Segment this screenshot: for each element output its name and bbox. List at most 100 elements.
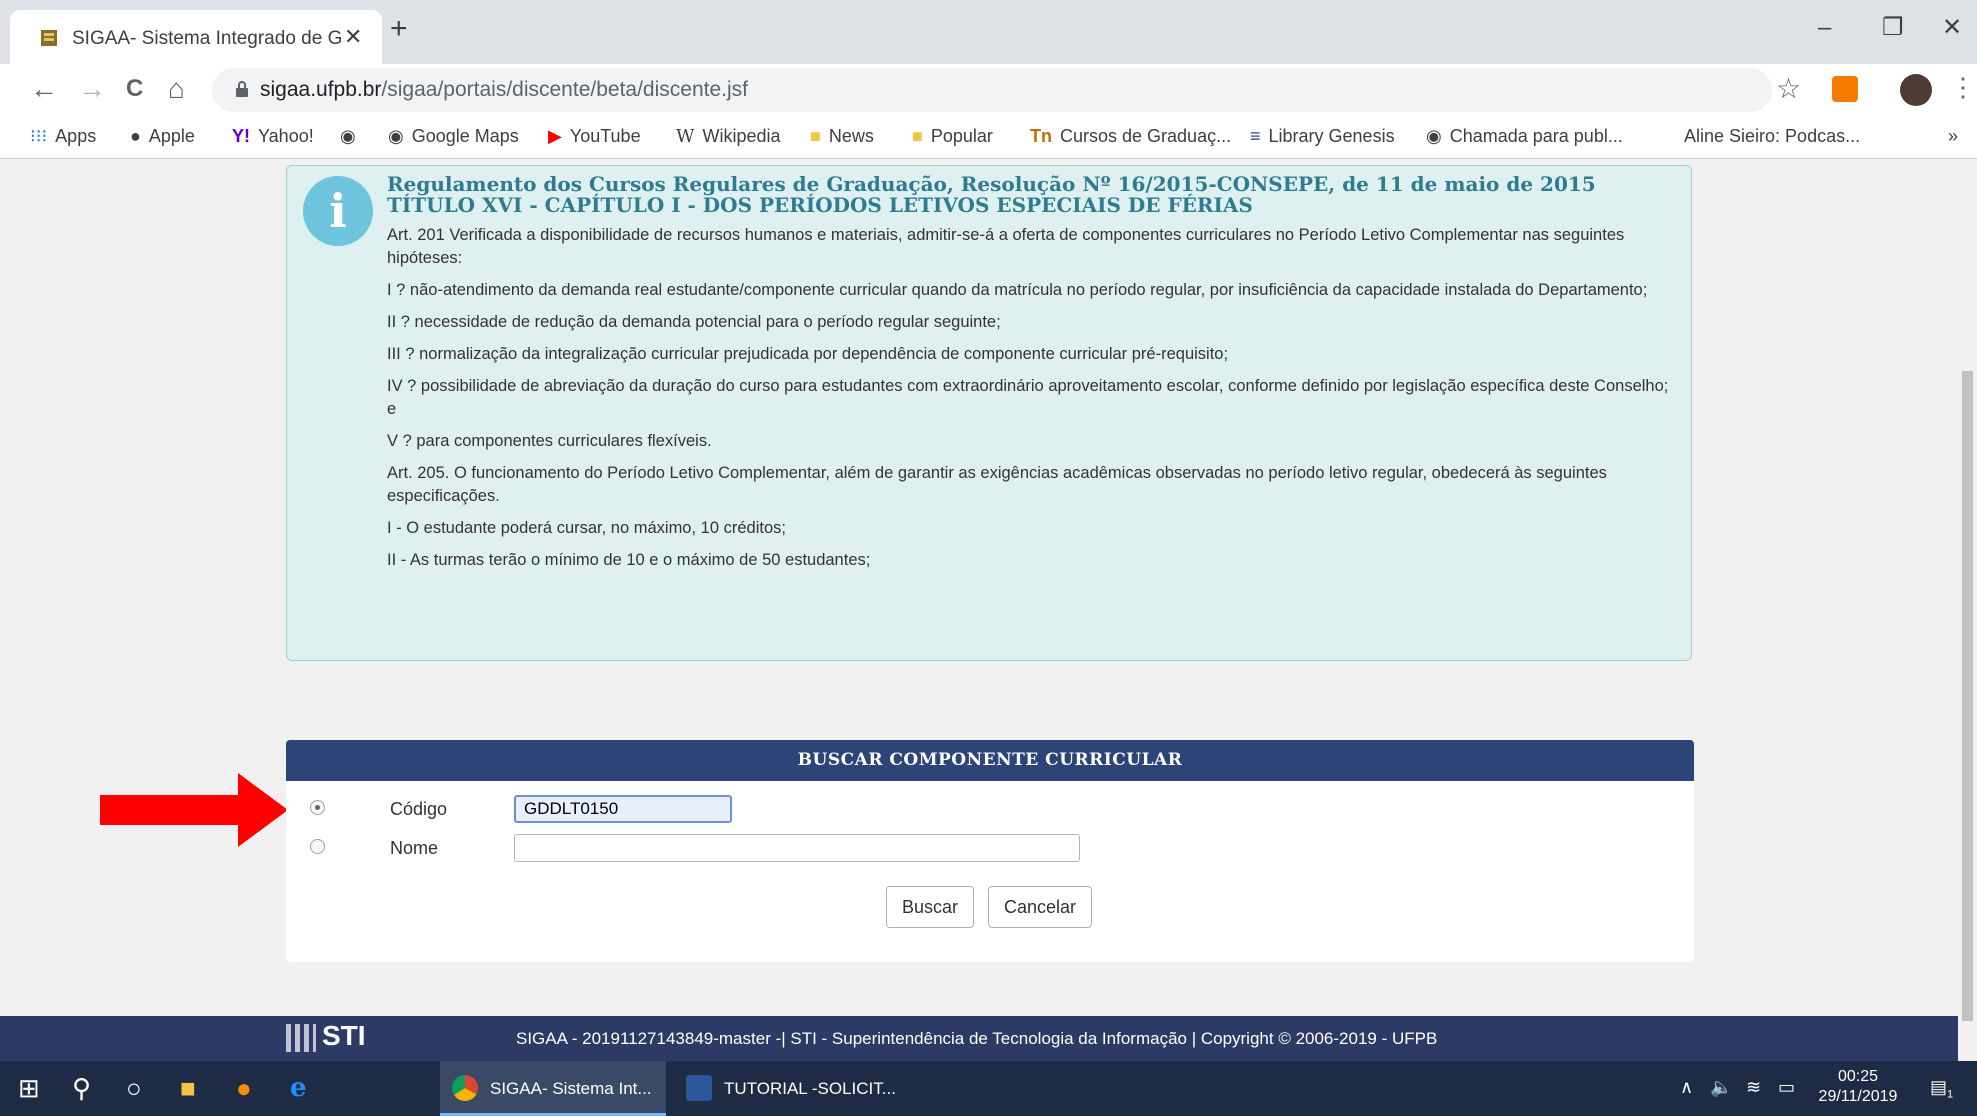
bookmark-chamada[interactable]: ◉ Chamada para publ... xyxy=(1426,126,1623,147)
nome-input[interactable] xyxy=(514,834,1080,862)
tab-title: SIGAA- Sistema Integrado de Ge xyxy=(72,28,342,49)
wifi-icon[interactable]: ≋ xyxy=(1746,1077,1761,1098)
forward-arrow-icon[interactable]: → xyxy=(78,74,106,104)
panel-header: BUSCAR COMPONENTE CURRICULAR xyxy=(286,740,1694,781)
browser-menu-icon[interactable]: ⋮ xyxy=(1950,72,1976,103)
bookmark-google-maps[interactable]: ◉ Google Maps xyxy=(388,126,519,147)
search-component-panel: BUSCAR COMPONENTE CURRICULAR Código Nome… xyxy=(286,740,1694,962)
profile-avatar[interactable] xyxy=(1900,74,1932,106)
url-domain: sigaa.ufpb.br xyxy=(260,78,382,101)
clock-time: 00:25 xyxy=(1837,1068,1879,1085)
codigo-label: Código xyxy=(390,799,448,819)
browser-toolbar: ← → C ⌂ sigaa.ufpb.br/sigaa/portais/disc… xyxy=(0,64,1977,118)
tn-icon: Tn xyxy=(1030,126,1052,146)
red-arrow-annotation xyxy=(100,773,288,847)
info-box: i Regulamento dos Cursos Regulares de Gr… xyxy=(286,165,1692,661)
sti-logo-mark-icon xyxy=(286,1023,316,1052)
info-content: Regulamento dos Cursos Regulares de Grad… xyxy=(387,174,1677,572)
bookmark-library-genesis[interactable]: ≡ Library Genesis xyxy=(1250,126,1395,147)
bookmark-wikipedia[interactable]: W Wikipedia xyxy=(676,126,781,147)
info-paragraph: I ? não-atendimento da demanda real estu… xyxy=(387,281,1648,299)
tray-chevron-icon[interactable]: ∧ xyxy=(1680,1077,1693,1098)
url-text: sigaa.ufpb.br/sigaa/portais/discente/bet… xyxy=(260,78,748,102)
lock-icon xyxy=(236,81,248,97)
address-bar[interactable]: sigaa.ufpb.br/sigaa/portais/discente/bet… xyxy=(212,68,1772,112)
folder-icon: ■ xyxy=(912,126,923,146)
taskbar-app-chrome[interactable]: SIGAA- Sistema Int... xyxy=(440,1061,666,1116)
buscar-button[interactable]: Buscar xyxy=(886,886,974,928)
folder-icon: ■ xyxy=(810,126,821,146)
footer-copyright: SIGAA - 20191127143849-master -| STI - S… xyxy=(516,1029,1438,1048)
info-paragraph: III ? normalização da integralização cur… xyxy=(387,345,1229,363)
library-icon: ≡ xyxy=(1250,126,1261,146)
clock-date: 29/11/2019 xyxy=(1818,1088,1898,1105)
tab-close-icon[interactable]: ✕ xyxy=(344,24,362,50)
bookmark-apps[interactable]: ⁝⁝⁝ Apps xyxy=(30,126,96,147)
reload-icon[interactable]: C xyxy=(126,74,143,104)
info-paragraph: V ? para componentes curriculares flexív… xyxy=(387,432,712,450)
nome-label: Nome xyxy=(390,838,439,858)
codigo-radio[interactable] xyxy=(310,800,325,815)
notification-count: 1 xyxy=(1947,1088,1954,1101)
home-icon[interactable]: ⌂ xyxy=(168,74,185,104)
windows-start-icon[interactable]: ⊞ xyxy=(18,1073,40,1103)
notification-icon[interactable]: ▤1 xyxy=(1930,1077,1953,1101)
page-scrollbar[interactable] xyxy=(1958,159,1977,1021)
internet-explorer-icon[interactable]: e xyxy=(290,1073,307,1103)
back-arrow-icon[interactable]: ← xyxy=(30,74,58,104)
wikipedia-icon: W xyxy=(676,126,695,147)
bookmark-popular[interactable]: ■ Popular xyxy=(912,126,993,147)
page-content: i Regulamento dos Cursos Regulares de Gr… xyxy=(0,159,1958,1016)
browser-tab[interactable]: SIGAA- Sistema Integrado de Ge ✕ xyxy=(10,10,382,64)
info-paragraph: II - As turmas terão o mínimo de 10 e o … xyxy=(387,551,871,569)
codigo-input[interactable] xyxy=(514,795,732,823)
info-title-line2: TÍTULO XVI - CAPÍTULO I - DOS PERÍODOS L… xyxy=(387,193,1253,217)
ufpb-favicon-icon xyxy=(41,30,57,46)
globe-icon: ◉ xyxy=(1426,126,1442,146)
volume-icon[interactable]: 🔈 xyxy=(1710,1077,1732,1098)
extension-icon[interactable] xyxy=(1832,76,1858,102)
file-explorer-icon[interactable]: ■ xyxy=(180,1073,196,1103)
minimize-button[interactable]: – xyxy=(1818,16,1831,40)
bookmark-yahoo[interactable]: Y! Yahoo! xyxy=(232,126,314,147)
bookmark-aline-sieiro[interactable]: Aline Sieiro: Podcas... xyxy=(1684,126,1860,147)
restore-button[interactable]: ❐ xyxy=(1882,16,1904,40)
bookmarks-overflow-icon[interactable]: » xyxy=(1948,126,1958,147)
bookmark-news[interactable]: ■ News xyxy=(810,126,874,147)
bookmark-youtube[interactable]: ▶ YouTube xyxy=(548,126,641,147)
globe-icon: ◉ xyxy=(340,126,356,146)
info-paragraph: I - O estudante poderá cursar, no máximo… xyxy=(387,519,786,537)
battery-icon[interactable]: ▭ xyxy=(1778,1077,1795,1098)
info-paragraph: Art. 201 Verificada a disponibilidade de… xyxy=(387,226,1625,267)
youtube-icon: ▶ xyxy=(548,126,562,146)
bookmark-cursos[interactable]: Tn Cursos de Graduaç... xyxy=(1030,126,1231,147)
bookmarks-bar: ⁝⁝⁝ Apps ● Apple Y! Yahoo! ◉ ◉ Google Maps ▶… xyxy=(0,118,1977,159)
bookmark-globe[interactable]: ◉ xyxy=(340,126,364,147)
info-icon: i xyxy=(303,176,373,246)
close-window-button[interactable]: ✕ xyxy=(1942,16,1962,40)
bookmark-apple[interactable]: ● Apple xyxy=(130,126,195,147)
new-tab-button[interactable]: + xyxy=(390,14,408,44)
chrome-icon xyxy=(452,1075,478,1101)
globe-icon: ◉ xyxy=(388,126,404,146)
search-icon[interactable]: ⚲ xyxy=(72,1073,91,1103)
windows-taskbar: ⊞ ⚲ ○ ■ ● e SIGAA- Sistema Int... TUTORI… xyxy=(0,1061,1977,1116)
apple-icon: ● xyxy=(130,126,141,146)
info-paragraph: IV ? possibilidade de abreviação da dura… xyxy=(387,377,1669,418)
taskbar-clock[interactable]: 00:25 29/11/2019 xyxy=(1818,1067,1898,1107)
task-view-icon[interactable]: ○ xyxy=(126,1073,142,1103)
yahoo-icon: Y! xyxy=(232,126,250,146)
sti-logo: STI xyxy=(286,1020,366,1052)
scrollbar-thumb[interactable] xyxy=(1962,371,1973,1021)
info-paragraph: II ? necessidade de redução da demanda p… xyxy=(387,313,1001,331)
page-footer: STI SIGAA - 20191127143849-master -| STI… xyxy=(0,1016,1958,1061)
apps-grid-icon: ⁝⁝⁝ xyxy=(30,126,48,146)
taskbar-app-word[interactable]: TUTORIAL -SOLICIT... xyxy=(674,1061,900,1116)
url-path: /sigaa/portais/discente/beta/discente.js… xyxy=(381,78,748,101)
cancelar-button[interactable]: Cancelar xyxy=(988,886,1092,928)
nome-radio[interactable] xyxy=(310,839,325,854)
info-title-line1: Regulamento dos Cursos Regulares de Grad… xyxy=(387,172,1596,196)
browser-tab-bar: SIGAA- Sistema Integrado de Ge ✕ + – ❐ ✕ xyxy=(0,0,1977,64)
firefox-icon[interactable]: ● xyxy=(236,1073,252,1103)
bookmark-star-icon[interactable]: ☆ xyxy=(1776,72,1801,105)
